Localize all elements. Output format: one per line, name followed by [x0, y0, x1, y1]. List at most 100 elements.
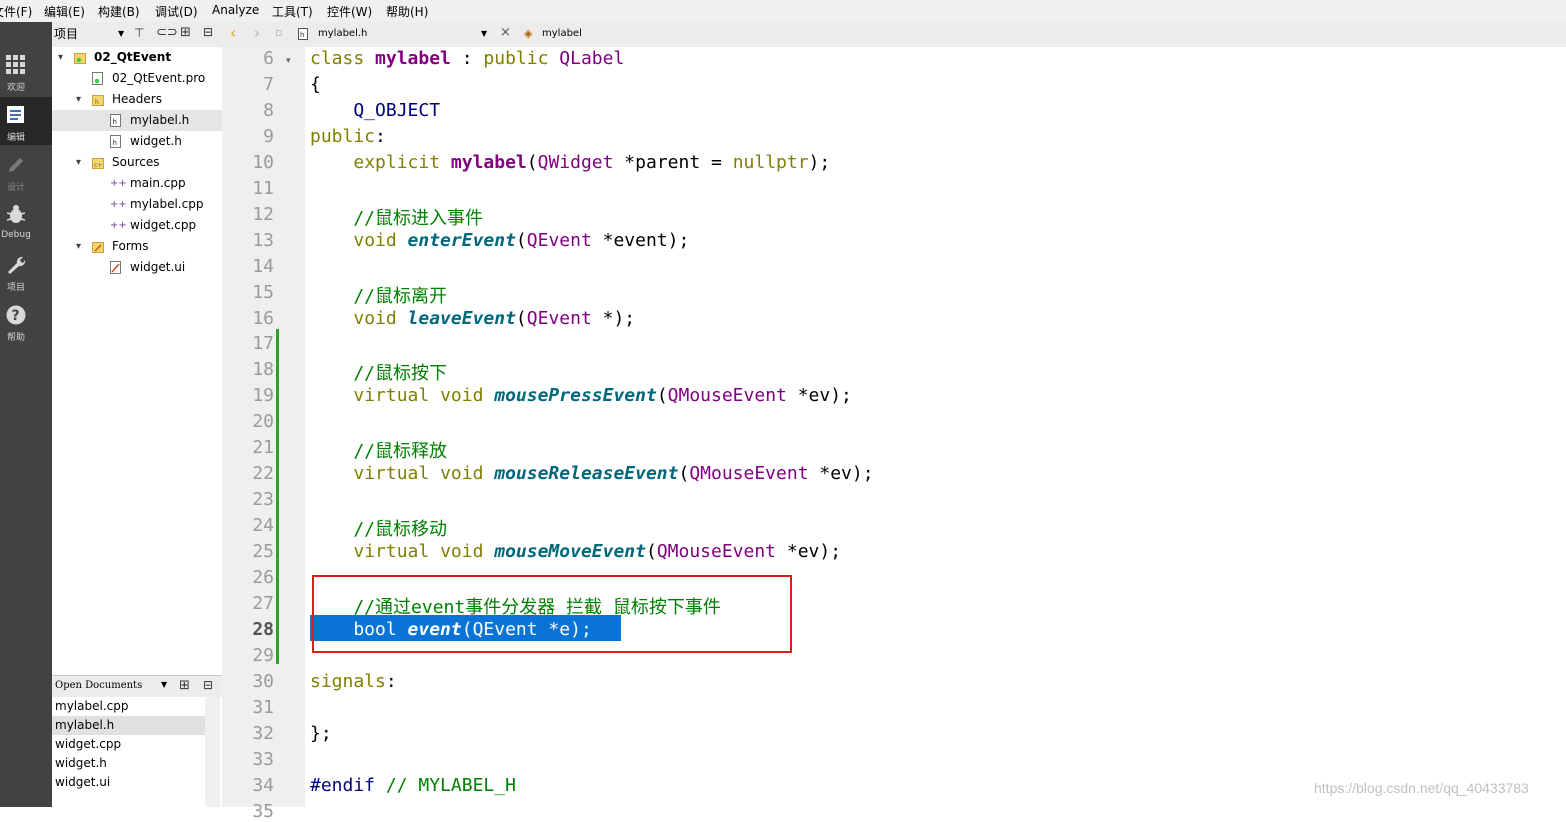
header-file-icon: h [298, 28, 308, 40]
open-document-item[interactable]: widget.cpp [52, 735, 207, 754]
mode-help[interactable]: ? 帮助 [0, 297, 52, 345]
code-token: signals [310, 670, 386, 692]
ui-file-icon [110, 261, 121, 274]
tree-item-mylabel-h[interactable]: h mylabel.h [52, 110, 222, 131]
code-editor[interactable]: ▾ 6 class mylabel : public QLabel 7 {8 Q_OB… [222, 47, 1566, 822]
tree-item-sources[interactable]: ▾ c+ Sources [52, 152, 222, 173]
code-token: : [385, 670, 397, 692]
mode-help-label: 帮助 [6, 333, 25, 343]
file-tab[interactable]: h mylabel.h ▼ [296, 25, 494, 43]
menu-debug[interactable]: 调试(D) [155, 3, 198, 20]
document-icon [7, 106, 24, 123]
code-token: { [310, 73, 321, 95]
line-number: 20 [252, 411, 274, 433]
code-token: void [353, 307, 408, 329]
line-number: 30 [252, 670, 274, 692]
tree-item-label: Headers [112, 92, 162, 106]
code-line: virtual void mouseMoveEvent(QMouseEvent … [310, 541, 841, 562]
code-token: explicit [353, 151, 451, 173]
tree-item-mylabel-cpp[interactable]: ++ mylabel.cpp [52, 194, 222, 215]
open-document-item[interactable]: mylabel.h [52, 716, 207, 735]
tree-item-widget-ui[interactable]: widget.ui [52, 257, 222, 278]
open-documents-title[interactable]: Open Documents [55, 680, 142, 691]
code-token: Q_OBJECT [310, 99, 441, 121]
tree-item-forms[interactable]: ▾ Forms [52, 236, 222, 257]
mode-welcome-label: 欢迎 [6, 83, 25, 93]
chevron-down-icon: ▼ [118, 29, 125, 38]
code-line: //鼠标离开 [310, 282, 447, 308]
tree-item-headers[interactable]: ▾ h Headers [52, 89, 222, 110]
close-pane-icon[interactable]: ⊟ [203, 678, 213, 692]
chevron-down-icon[interactable]: ▼ [161, 680, 167, 689]
mode-edit[interactable]: 编辑 [0, 97, 52, 145]
tree-item-widget-h[interactable]: h widget.h [52, 131, 222, 152]
open-document-item[interactable]: widget.ui [52, 773, 207, 792]
tree-item-project[interactable]: ▾ 02_QtEvent [52, 47, 222, 68]
symbol-selector[interactable]: ◈ mylabel [522, 25, 722, 43]
mode-debug[interactable]: Debug [0, 197, 52, 245]
mode-welcome[interactable]: 欢迎 [0, 47, 52, 95]
svg-text:h: h [113, 118, 117, 126]
close-icon[interactable]: × [500, 25, 511, 40]
tree-item-main-cpp[interactable]: ++ main.cpp [52, 173, 222, 194]
code-token: ); [808, 151, 831, 173]
fold-arrow-icon[interactable]: ▾ [286, 56, 291, 66]
open-document-item[interactable]: widget.h [52, 754, 207, 773]
mode-design[interactable]: 设计 [0, 147, 52, 195]
project-tree: ▾ 02_QtEvent 02_QtEvent.pro ▾ h Headers … [52, 47, 223, 670]
menu-tools[interactable]: 工具(T) [272, 3, 313, 20]
line-number: 22 [252, 463, 274, 485]
chevron-down-icon: ▾ [76, 241, 82, 252]
svg-text:h: h [300, 31, 304, 39]
mode-projects[interactable]: 项目 [0, 247, 52, 295]
header-file-icon: h [110, 114, 121, 127]
code-token: //鼠标离开 [310, 285, 448, 307]
code-token: *); [591, 307, 636, 329]
forward-icon[interactable]: › [254, 24, 260, 42]
project-selector-label: 项目 [54, 27, 79, 41]
class-icon: ◈ [524, 27, 533, 40]
pro-file-icon [92, 72, 103, 85]
line-number: 10 [252, 151, 274, 173]
code-token: ( [515, 307, 527, 329]
tree-item-widget-cpp[interactable]: ++ widget.cpp [52, 215, 222, 236]
split-icon[interactable]: ⊞ [179, 678, 190, 693]
tree-item-pro[interactable]: 02_QtEvent.pro [52, 68, 222, 89]
code-token: QLabel [559, 48, 625, 69]
code-token: // MYLABEL_H [375, 774, 516, 796]
back-icon[interactable]: ‹ [230, 24, 236, 42]
code-token: mouseReleaseEvent [494, 463, 679, 485]
line-number: 15 [252, 281, 274, 303]
tree-item-label: 02_QtEvent [94, 50, 172, 64]
code-token: //鼠标释放 [310, 441, 448, 463]
code-line: //鼠标按下 [310, 359, 447, 385]
tree-item-label: Forms [112, 239, 149, 253]
code-token: QMouseEvent [689, 463, 809, 485]
open-documents-scrollbar[interactable] [205, 697, 220, 807]
line-number: 23 [252, 489, 274, 511]
grid-icon [6, 55, 25, 74]
line-number: 35 [252, 800, 274, 822]
menu-help[interactable]: 帮助(H) [386, 3, 428, 20]
menu-analyze[interactable]: Analyze [212, 3, 259, 17]
close-pane-icon[interactable]: ⊟ [203, 25, 213, 39]
cpp-file-icon: ++ [110, 178, 127, 189]
link-icon[interactable]: ⊂⊃ [156, 25, 178, 40]
split-icon[interactable]: ⊞ [180, 25, 191, 40]
menu-file[interactable]: 文件(F) [0, 3, 32, 20]
open-document-item[interactable]: mylabel.cpp [52, 697, 207, 716]
project-selector[interactable]: 项目 ▼ [54, 25, 129, 43]
menu-controls[interactable]: 控件(W) [327, 3, 372, 20]
line-number: 11 [252, 177, 274, 199]
menu-build[interactable]: 构建(B) [98, 3, 140, 20]
code-token: mylabel [375, 48, 451, 69]
code-line: virtual void mousePressEvent(QMouseEvent… [310, 385, 852, 406]
code-token: //鼠标移动 [310, 519, 448, 541]
line-number: 26 [252, 567, 274, 588]
line-number: 18 [252, 359, 274, 381]
menu-edit[interactable]: 编辑(E) [44, 3, 85, 20]
filter-icon[interactable]: ⊤ [134, 26, 144, 40]
code-token: QMouseEvent [656, 541, 777, 563]
